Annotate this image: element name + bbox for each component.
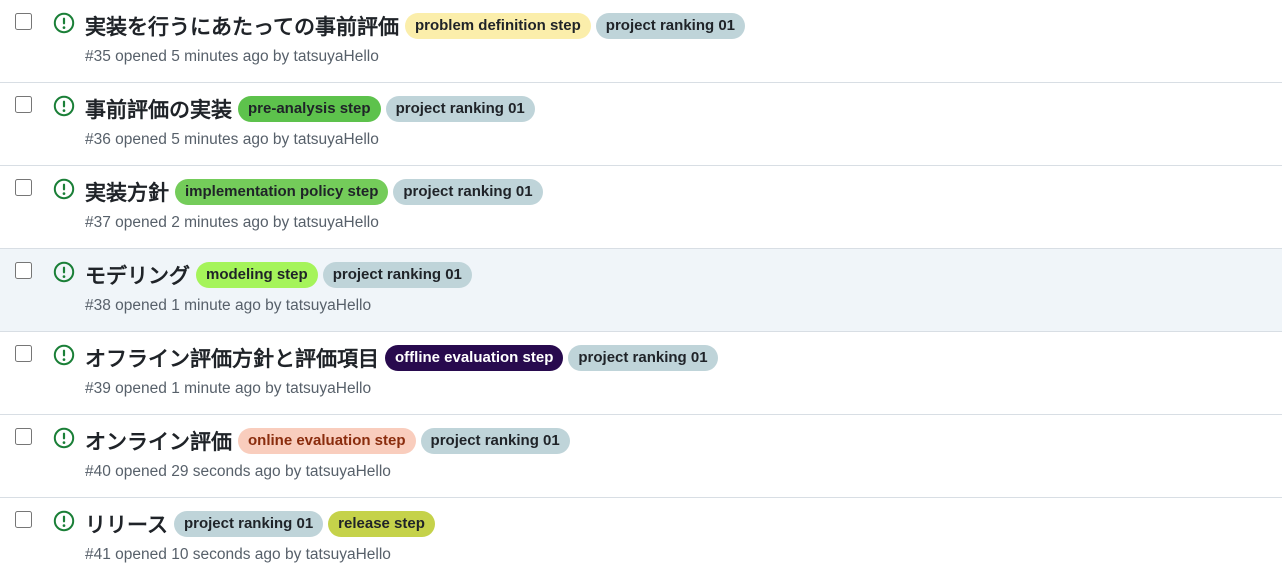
- issue-row[interactable]: 実装を行うにあたっての事前評価 problem definition step p…: [0, 0, 1282, 83]
- issue-meta: #37 opened 2 minutes ago by tatsuyaHello: [85, 214, 379, 231]
- issue-label[interactable]: pre-analysis step: [238, 96, 381, 122]
- issue-label[interactable]: release step: [328, 511, 435, 537]
- issue-row[interactable]: モデリング modeling step project ranking 01 #3…: [0, 249, 1282, 332]
- issue-row[interactable]: 事前評価の実装 pre-analysis step project ranking…: [0, 83, 1282, 166]
- issue-label[interactable]: modeling step: [196, 262, 318, 288]
- issue-row[interactable]: リリース project ranking 01 release step #41 …: [0, 498, 1282, 581]
- issue-title-line: オフライン評価方針と評価項目 offline evaluation step pr…: [85, 344, 718, 372]
- issue-select-checkbox[interactable]: [15, 179, 32, 196]
- issue-label[interactable]: project ranking 01: [393, 179, 543, 205]
- issue-title-link[interactable]: オンライン評価: [85, 426, 232, 456]
- issue-label[interactable]: online evaluation step: [238, 428, 416, 454]
- issue-title-line: オンライン評価 online evaluation step project ra…: [85, 427, 570, 455]
- issue-title-link[interactable]: 事前評価の実装: [85, 94, 232, 124]
- issue-label[interactable]: project ranking 01: [173, 511, 324, 537]
- issue-opened-icon: [53, 510, 75, 532]
- issue-opened-icon: [53, 178, 75, 200]
- issue-title-line: リリース project ranking 01 release step: [85, 510, 435, 538]
- issue-select-checkbox[interactable]: [15, 13, 32, 30]
- issue-row[interactable]: オンライン評価 online evaluation step project ra…: [0, 415, 1282, 498]
- issue-title-line: 実装を行うにあたっての事前評価 problem definition step p…: [85, 11, 746, 41]
- issue-label[interactable]: implementation policy step: [175, 179, 389, 205]
- issue-list: 実装を行うにあたっての事前評価 problem definition step p…: [0, 0, 1282, 581]
- issue-meta: #40 opened 29 seconds ago by tatsuyaHell…: [85, 463, 391, 480]
- issue-select-checkbox[interactable]: [15, 96, 32, 113]
- issue-opened-icon: [53, 261, 75, 283]
- issue-select-checkbox[interactable]: [15, 262, 32, 279]
- issue-row[interactable]: 実装方針 implementation policy step project r…: [0, 166, 1282, 249]
- issue-label[interactable]: project ranking 01: [595, 13, 746, 39]
- issue-meta: #36 opened 5 minutes ago by tatsuyaHello: [85, 131, 379, 148]
- issue-label[interactable]: project ranking 01: [385, 96, 535, 122]
- issue-meta: #38 opened 1 minute ago by tatsuyaHello: [85, 297, 372, 314]
- issue-meta: #39 opened 1 minute ago by tatsuyaHello: [85, 380, 372, 397]
- issue-meta: #35 opened 5 minutes ago by tatsuyaHello: [85, 48, 379, 65]
- issue-title-link[interactable]: オフライン評価方針と評価項目: [85, 343, 379, 373]
- issue-title-line: 事前評価の実装 pre-analysis step project ranking…: [85, 95, 535, 123]
- issue-label[interactable]: offline evaluation step: [385, 345, 564, 371]
- issue-select-checkbox[interactable]: [15, 345, 32, 362]
- issue-title-line: モデリング modeling step project ranking 01: [85, 261, 472, 289]
- issue-select-checkbox[interactable]: [15, 428, 32, 445]
- issue-title-link[interactable]: リリース: [85, 509, 168, 539]
- issue-opened-icon: [53, 95, 75, 117]
- issue-meta: #41 opened 10 seconds ago by tatsuyaHell…: [85, 546, 391, 563]
- issue-title-line: 実装方針 implementation policy step project r…: [85, 178, 543, 206]
- issue-label[interactable]: project ranking 01: [568, 345, 718, 371]
- issue-label[interactable]: problem definition step: [404, 13, 591, 39]
- issue-select-checkbox[interactable]: [15, 511, 32, 528]
- issue-label[interactable]: project ranking 01: [420, 428, 570, 454]
- issue-opened-icon: [53, 12, 75, 34]
- issue-opened-icon: [53, 427, 75, 449]
- issue-title-link[interactable]: モデリング: [85, 260, 190, 290]
- issue-title-link[interactable]: 実装方針: [85, 177, 169, 207]
- issue-label[interactable]: project ranking 01: [322, 262, 472, 288]
- issue-title-link[interactable]: 実装を行うにあたっての事前評価: [85, 11, 399, 41]
- issue-opened-icon: [53, 344, 75, 366]
- issue-row[interactable]: オフライン評価方針と評価項目 offline evaluation step pr…: [0, 332, 1282, 415]
